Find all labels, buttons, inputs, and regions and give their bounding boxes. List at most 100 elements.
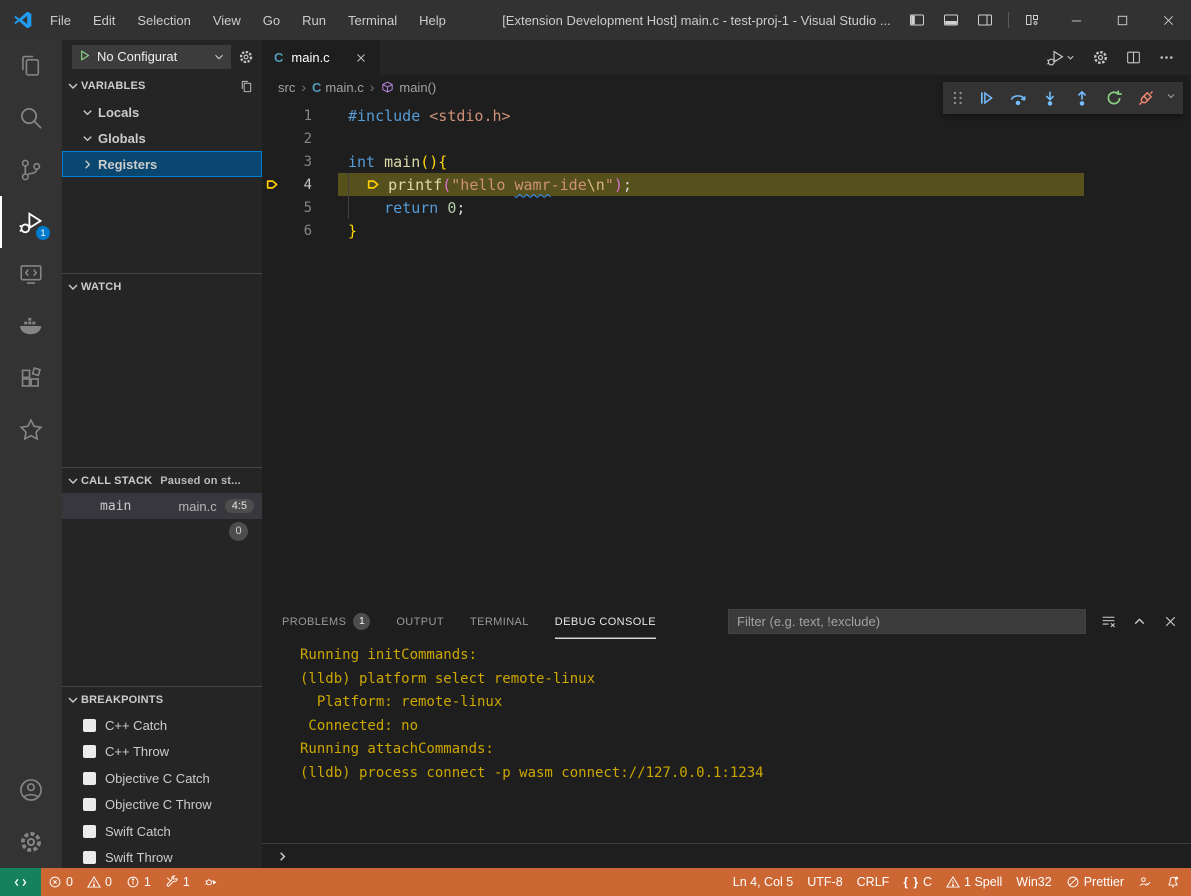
activity-explorer[interactable] [0,40,62,92]
restart-button[interactable] [1101,85,1127,111]
debug-console-filter-input[interactable] [728,609,1086,634]
panel-tab-terminal[interactable]: TERMINAL [470,604,529,639]
copy-icon[interactable] [239,79,254,94]
menu-selection[interactable]: Selection [126,0,201,40]
settings-gear-icon[interactable] [1092,49,1109,66]
toggle-sidebar-icon[interactable] [902,5,932,35]
breakpoint-checkbox[interactable] [83,745,96,758]
variables-section-header[interactable]: VARIABLES [62,73,262,99]
tab-main-c[interactable]: C main.c [262,40,380,75]
call-stack-section-header[interactable]: CALL STACK Paused on st... [62,467,262,493]
variables-item-locals[interactable]: Locals [62,99,262,125]
status-infos[interactable]: 1 [119,868,158,896]
panel-tab-output[interactable]: OUTPUT [396,604,444,639]
activity-account[interactable] [0,764,62,816]
menu-file[interactable]: File [39,0,82,40]
continue-button[interactable] [973,85,999,111]
activity-run-and-debug[interactable]: 1 [0,196,62,248]
menu-run[interactable]: Run [291,0,337,40]
breakpoints-section-header[interactable]: BREAKPOINTS [62,686,262,712]
status-formatter[interactable]: Prettier [1059,868,1131,896]
step-out-button[interactable] [1069,85,1095,111]
status-cursor-position[interactable]: Ln 4, Col 5 [726,868,800,896]
close-window-button[interactable] [1145,0,1191,40]
customize-layout-icon[interactable] [1017,5,1047,35]
breakpoint-swift-throw[interactable]: Swift Throw [62,845,262,869]
status-notifications[interactable] [1159,868,1187,896]
status-language-mode[interactable]: { }C [896,868,939,896]
breakpoint-checkbox[interactable] [83,772,96,785]
toggle-secondary-sidebar-icon[interactable] [970,5,1000,35]
activity-search[interactable] [0,92,62,144]
toggle-panel-icon[interactable] [936,5,966,35]
variables-item-registers[interactable]: Registers [62,151,262,177]
status-eol[interactable]: CRLF [850,868,897,896]
disconnect-button[interactable] [1133,85,1159,111]
panel-tab-debug-console[interactable]: DEBUG CONSOLE [555,604,656,639]
menu-terminal[interactable]: Terminal [337,0,408,40]
stack-frame-row[interactable]: main main.c 4:5 [62,493,262,519]
debug-config-dropdown[interactable]: No Configurat [72,45,231,69]
console-line: Running initCommands: [300,644,1191,668]
status-text: CRLF [857,875,890,889]
status-errors[interactable]: 0 [41,868,80,896]
menu-help[interactable]: Help [408,0,457,40]
remote-indicator[interactable] [0,868,41,896]
frame-position-badge: 4:5 [225,499,254,513]
step-over-button[interactable] [1005,85,1031,111]
minimize-button[interactable] [1053,0,1099,40]
debug-console-input[interactable] [262,843,1191,868]
breakpoint-objective-c-throw[interactable]: Objective C Throw [62,792,262,819]
code-editor[interactable]: 1#include <stdio.h>23int main(){4 printf… [262,99,1191,604]
more-actions-icon[interactable] [1158,49,1175,66]
status-platform[interactable]: Win32 [1009,868,1058,896]
maximize-panel-icon[interactable] [1131,613,1148,630]
activity-star[interactable] [0,404,62,456]
menu-edit[interactable]: Edit [82,0,126,40]
status-text: 0 [66,875,73,889]
breakpoint-checkbox[interactable] [83,719,96,732]
status-text: Prettier [1084,875,1124,889]
breakpoint-c-throw[interactable]: C++ Throw [62,739,262,766]
activity-spacer [0,456,62,764]
debug-gear-icon[interactable] [238,49,254,65]
close-tab-icon[interactable] [354,51,368,65]
menu-go[interactable]: Go [252,0,291,40]
breakpoint-checkbox[interactable] [83,825,96,838]
breakpoint-checkbox[interactable] [83,851,96,864]
status-warnings[interactable]: 0 [80,868,119,896]
chevron-down-icon[interactable] [1165,89,1177,107]
split-editor-icon[interactable] [1125,49,1142,66]
status-debug-status[interactable] [197,868,225,896]
start-debug-icon[interactable] [77,48,92,66]
variables-item-globals[interactable]: Globals [62,125,262,151]
warning-icon [87,875,101,889]
status-spell-checker[interactable]: 1 Spell [939,868,1009,896]
status-feedback[interactable] [1131,868,1159,896]
breadcrumb-main-[interactable]: main() [380,80,436,95]
status-encoding[interactable]: UTF-8 [800,868,849,896]
breadcrumb-src[interactable]: src [278,80,295,95]
activity-extensions[interactable] [0,352,62,404]
panel-tab-problems[interactable]: PROBLEMS1 [282,604,370,639]
activity-docker[interactable] [0,300,62,352]
current-line-arrow-icon[interactable] [262,176,284,193]
status-text: Win32 [1016,875,1051,889]
run-or-debug-button[interactable] [1046,48,1076,67]
breakpoint-checkbox[interactable] [83,798,96,811]
clear-console-icon[interactable] [1100,613,1117,630]
breakpoint-c-catch[interactable]: C++ Catch [62,712,262,739]
breakpoint-swift-catch[interactable]: Swift Catch [62,818,262,845]
close-panel-icon[interactable] [1162,613,1179,630]
activity-remote-explorer[interactable] [0,248,62,300]
activity-settings[interactable] [0,816,62,868]
breakpoint-objective-c-catch[interactable]: Objective C Catch [62,765,262,792]
menu-view[interactable]: View [202,0,252,40]
activity-source-control[interactable] [0,144,62,196]
watch-section-header[interactable]: WATCH [62,273,262,299]
step-into-button[interactable] [1037,85,1063,111]
maximize-button[interactable] [1099,0,1145,40]
status-tools[interactable]: 1 [158,868,197,896]
drag-handle[interactable] [949,89,967,107]
breadcrumb-main-c[interactable]: Cmain.c [312,80,364,95]
